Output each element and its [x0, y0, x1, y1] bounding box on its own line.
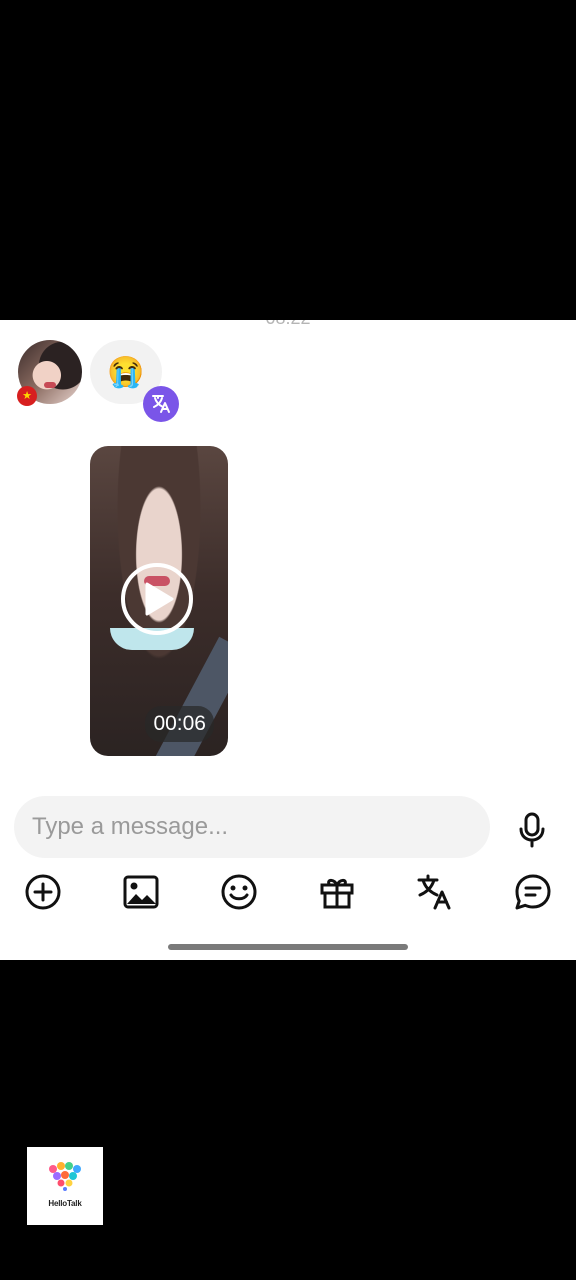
translate-icon [417, 874, 451, 910]
chat-bubble-icon [515, 874, 551, 910]
emoji-icon [221, 874, 257, 910]
image-icon [123, 875, 159, 909]
mic-button[interactable] [512, 810, 552, 850]
play-icon [145, 582, 174, 616]
hellotalk-logo-icon [49, 1162, 81, 1191]
message-input[interactable] [14, 796, 490, 858]
input-toolbar [0, 872, 576, 918]
plus-circle-icon [25, 874, 61, 910]
hellotalk-logo-text: HelloTalk [48, 1199, 82, 1208]
emoji-button[interactable] [219, 872, 259, 912]
chat-button[interactable] [513, 872, 553, 912]
message-input-container[interactable] [14, 796, 490, 858]
home-indicator[interactable] [168, 944, 408, 950]
message-timestamp: 08:22 [0, 320, 576, 329]
video-message-card[interactable]: 00:06 [90, 446, 228, 756]
flag-star: ★ [22, 389, 32, 402]
avatar-lips [44, 382, 56, 388]
play-button[interactable] [121, 563, 193, 635]
country-flag-icon: ★ [17, 386, 37, 406]
gift-button[interactable] [317, 872, 357, 912]
microphone-icon [519, 812, 545, 848]
image-button[interactable] [121, 872, 161, 912]
hellotalk-watermark: HelloTalk [27, 1147, 103, 1225]
translate-button[interactable] [416, 872, 456, 912]
chat-screen: 08:22 ★ 😭 00:06 [0, 320, 576, 960]
emoji-message: 😭 [107, 355, 145, 389]
translate-icon [152, 395, 170, 413]
add-button[interactable] [23, 872, 63, 912]
translate-badge[interactable] [143, 386, 179, 422]
video-duration: 00:06 [145, 706, 214, 742]
gift-icon [320, 878, 354, 909]
